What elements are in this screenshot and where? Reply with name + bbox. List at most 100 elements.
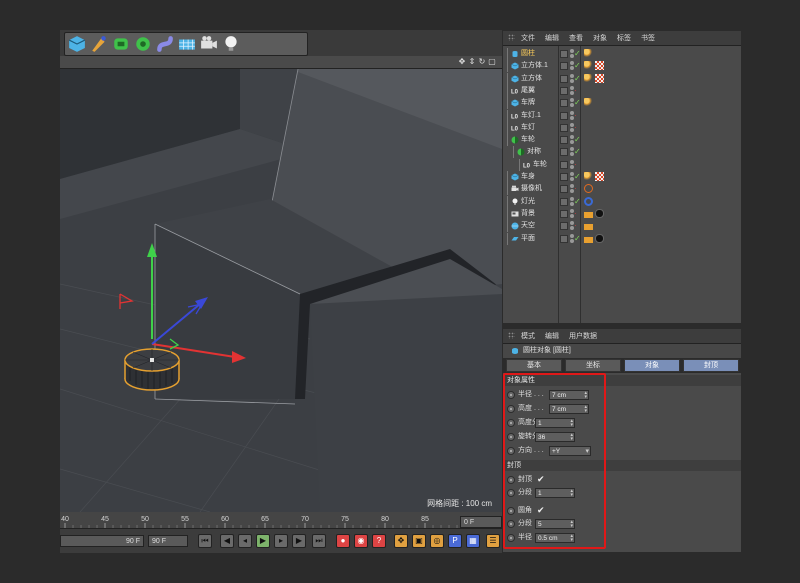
attribute-manager-menu-item[interactable]: 编辑 — [545, 331, 559, 341]
position-key-button[interactable]: ✥ — [394, 534, 408, 548]
object-name[interactable]: 立方体.1 — [521, 60, 548, 72]
zoom-view-icon[interactable]: ⇕ — [468, 57, 476, 66]
animate-radio-icon[interactable] — [507, 433, 515, 441]
animate-radio-icon[interactable] — [507, 476, 515, 484]
enabled-status-icon[interactable]: · — [574, 183, 577, 195]
timeline-ruler[interactable]: 4045505560657075808590 — [60, 512, 502, 528]
timeline-window-button[interactable]: ☰ — [486, 534, 500, 548]
compositing-tag[interactable] — [584, 236, 593, 243]
object-name[interactable]: 车牌 — [521, 97, 535, 109]
object-name[interactable]: 立方体 — [521, 73, 542, 85]
enabled-check-icon[interactable]: ✓ — [574, 171, 581, 183]
object-manager-menu-item[interactable]: 标签 — [617, 33, 631, 43]
tab-1[interactable]: 坐标 — [565, 359, 621, 372]
layer-flag-icon[interactable] — [560, 99, 568, 108]
object-name[interactable]: 尾翼 — [521, 85, 535, 97]
compositing-tag[interactable] — [584, 224, 593, 231]
object-row[interactable]: 车身 ✓ — [503, 171, 741, 183]
animate-radio-icon[interactable] — [507, 534, 515, 542]
rotate-view-icon[interactable]: ↻ — [478, 57, 486, 66]
record-button[interactable]: ● — [336, 534, 350, 548]
phong-tag[interactable] — [584, 73, 593, 83]
object-row[interactable]: L0 尾翼 · — [503, 84, 741, 97]
compositing-tag[interactable] — [584, 211, 593, 218]
animate-radio-icon[interactable] — [507, 447, 515, 455]
phong-tag[interactable] — [584, 61, 593, 71]
object-row[interactable]: 对称 ✓ — [503, 146, 741, 159]
section-header[interactable]: 对象属性 — [503, 375, 741, 386]
toggle-view-icon[interactable]: ▢ — [488, 57, 496, 66]
layer-flag-icon[interactable] — [560, 148, 568, 157]
move-view-icon[interactable]: ✥ — [458, 57, 466, 66]
animate-radio-icon[interactable] — [507, 489, 515, 497]
object-row[interactable]: 灯光 ✓ — [503, 195, 741, 208]
deformer-tool-button[interactable] — [155, 34, 175, 54]
object-manager-menu-item[interactable]: 对象 — [593, 33, 607, 43]
target-tag[interactable] — [584, 196, 593, 206]
spinner-arrows-icon[interactable]: ▴ ▾ — [570, 534, 573, 543]
object-name[interactable]: 车轮 — [521, 134, 535, 146]
property-checkbox[interactable]: ✔ — [537, 473, 545, 486]
attribute-manager-menu-item[interactable]: 用户数据 — [569, 331, 597, 341]
enabled-check-icon[interactable]: ✓ — [574, 134, 581, 146]
object-row[interactable]: 车轮 ✓ — [503, 134, 741, 147]
object-name[interactable]: 天空 — [521, 220, 535, 232]
keyframe-selection-button[interactable]: ? — [372, 534, 386, 548]
section-header[interactable]: 封顶 — [503, 460, 741, 471]
phong-tag[interactable] — [584, 49, 593, 58]
object-manager-menu-item[interactable]: 查看 — [569, 33, 583, 43]
layer-flag-icon[interactable] — [560, 86, 568, 95]
light-tool-button[interactable] — [221, 34, 241, 54]
spinner-arrows-icon[interactable]: ▴ ▾ — [570, 489, 573, 498]
enabled-status-icon[interactable]: · — [574, 220, 577, 232]
object-name[interactable]: 车灯.1 — [521, 110, 541, 122]
layer-flag-icon[interactable] — [560, 123, 568, 132]
property-input[interactable]: 0.5 cm ▴ ▾ — [535, 533, 575, 543]
material-tag[interactable] — [595, 61, 604, 71]
object-manager-menu-item[interactable]: 文件 — [521, 33, 535, 43]
previous-frame-button[interactable]: ◂ — [238, 534, 252, 548]
enabled-check-icon[interactable]: ✓ — [574, 196, 581, 208]
protection-tag[interactable] — [584, 184, 593, 194]
enabled-check-icon[interactable]: ✓ — [574, 60, 581, 72]
layer-flag-icon[interactable] — [560, 209, 568, 218]
go-to-start-button[interactable]: ⏮ — [198, 534, 212, 548]
animate-radio-icon[interactable] — [507, 405, 515, 413]
animate-radio-icon[interactable] — [507, 520, 515, 528]
tab-3[interactable]: 封顶 — [683, 359, 739, 372]
material-tag[interactable] — [595, 172, 604, 181]
spinner-arrows-icon[interactable]: ▴ ▾ — [570, 419, 573, 428]
enabled-check-icon[interactable]: ✓ — [574, 48, 581, 60]
parameter-key-button[interactable]: P — [448, 534, 462, 548]
scale-key-button[interactable]: ▣ — [412, 534, 426, 548]
object-name[interactable]: 对称 — [527, 146, 541, 158]
dropdown-arrow-icon[interactable]: ▾ — [585, 447, 589, 456]
next-frame-button[interactable]: ▸ — [274, 534, 288, 548]
layer-flag-icon[interactable] — [560, 62, 568, 71]
black-material-tag[interactable] — [595, 208, 604, 218]
animate-radio-icon[interactable] — [507, 507, 515, 515]
enabled-check-icon[interactable]: ✓ — [574, 97, 581, 109]
layer-flag-icon[interactable] — [560, 234, 568, 243]
animate-radio-icon[interactable] — [507, 419, 515, 427]
layer-flag-icon[interactable] — [560, 197, 568, 206]
object-name[interactable]: 车灯 — [521, 122, 535, 134]
object-manager-menu-item[interactable]: 书签 — [641, 33, 655, 43]
next-key-button[interactable]: ▶ — [292, 534, 306, 548]
cylinder-object[interactable] — [124, 348, 180, 391]
spinner-arrows-icon[interactable]: ▴ ▾ — [570, 520, 573, 529]
object-name[interactable]: 背景 — [521, 208, 535, 220]
object-name[interactable]: 平面 — [521, 233, 535, 245]
phong-tag[interactable] — [584, 98, 593, 108]
enabled-check-icon[interactable]: ✓ — [574, 73, 581, 85]
object-row[interactable]: 车牌 ✓ — [503, 97, 741, 110]
cube-tool-button[interactable] — [67, 34, 87, 54]
enabled-status-icon[interactable]: · — [574, 159, 577, 171]
object-name[interactable]: 摄像机 — [521, 183, 542, 195]
start-frame-field[interactable]: 90 F — [60, 535, 144, 547]
material-tag[interactable] — [595, 73, 604, 83]
attribute-manager-menu-item[interactable]: 模式 — [521, 331, 535, 341]
autokey-button[interactable]: ◉ — [354, 534, 368, 548]
object-name[interactable]: 车身 — [521, 171, 535, 183]
enabled-status-icon[interactable]: · — [574, 122, 577, 134]
